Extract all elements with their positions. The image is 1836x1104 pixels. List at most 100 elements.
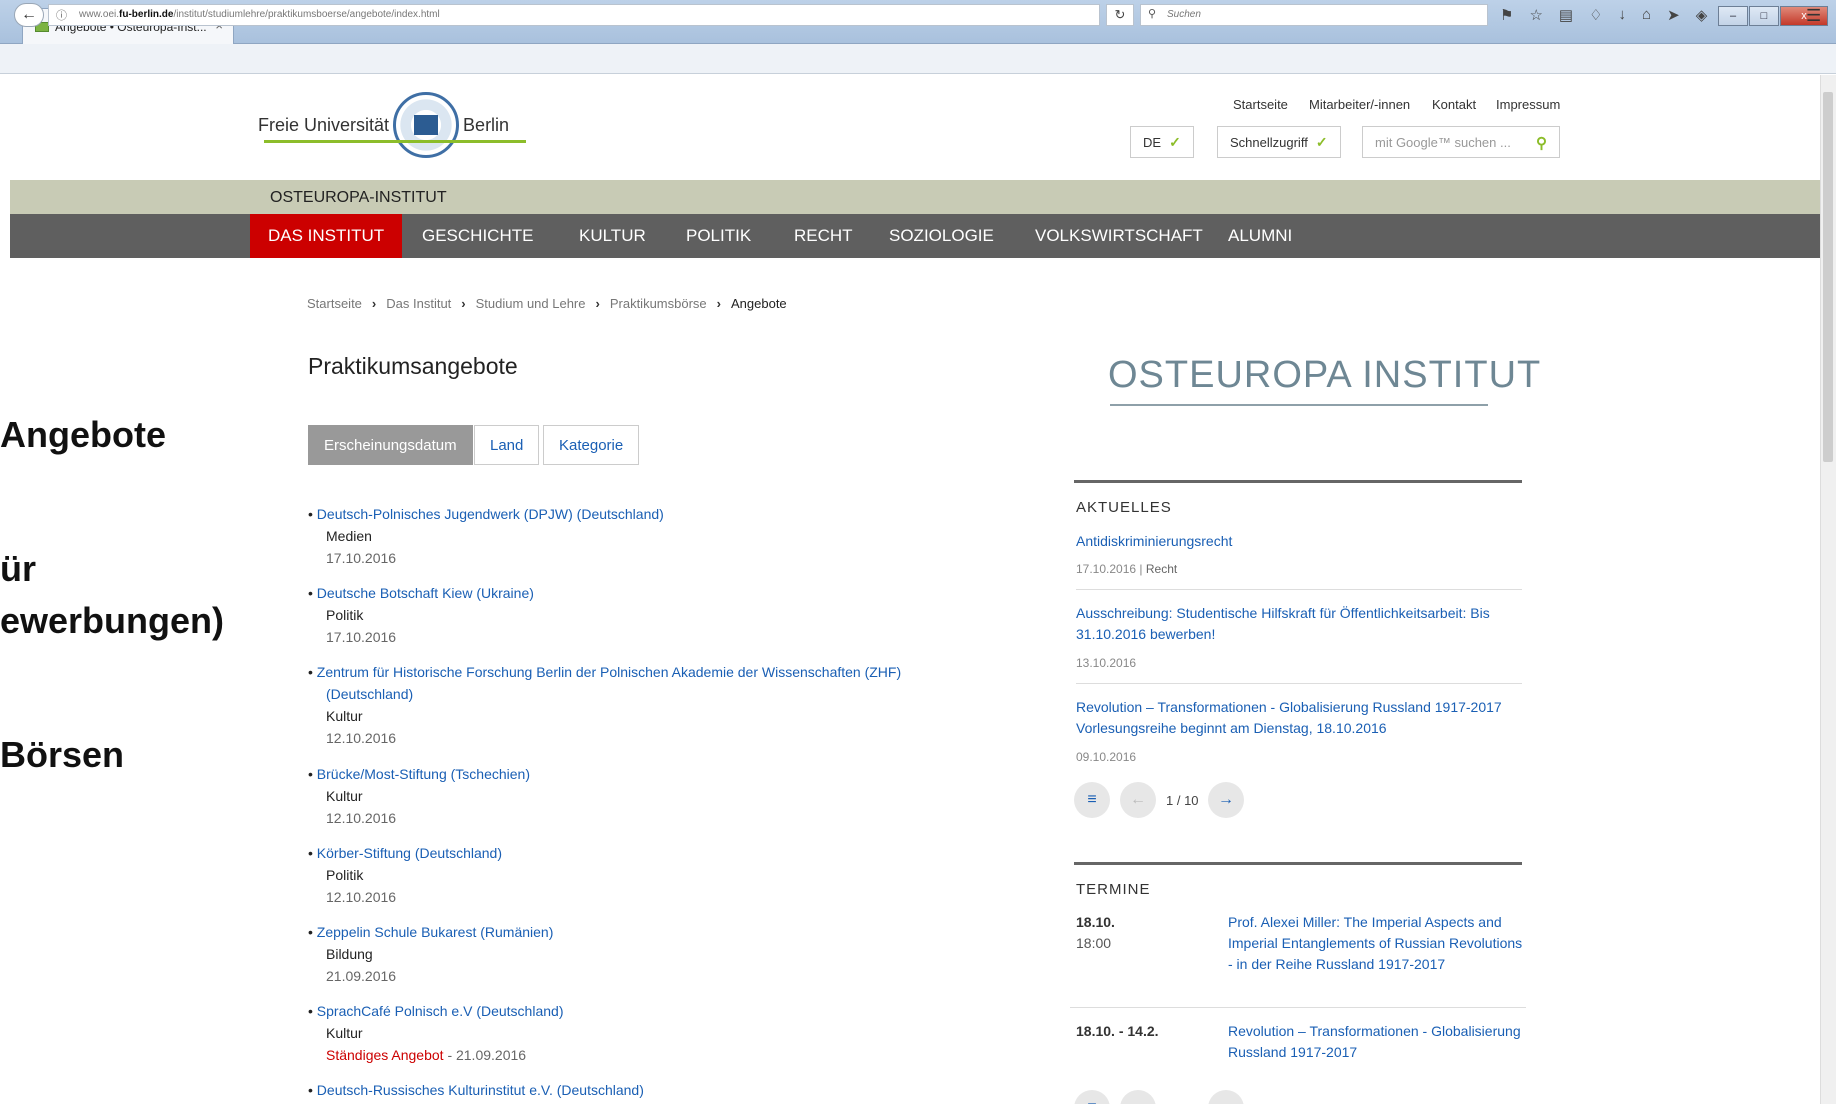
nav-das-institut[interactable]: DAS INSTITUT [250, 214, 403, 258]
flag-icon[interactable]: ⚑ [1500, 6, 1513, 24]
section-rule [1074, 480, 1522, 483]
logo-underline [264, 140, 526, 143]
offer-category: Kultur [326, 1025, 363, 1041]
chevron-right-icon: › [371, 296, 377, 311]
divider [1076, 683, 1522, 684]
offer-date-line: Ständiges Angebot - 21.09.2016 [308, 1044, 563, 1066]
chevron-down-icon: ✓ [1315, 133, 1328, 150]
maximize-button[interactable]: □ [1749, 6, 1779, 26]
list-item: Körber-Stiftung (Deutschland) Politik 12… [308, 842, 502, 908]
fu-logo[interactable]: Freie Universität Berlin [258, 92, 509, 158]
reading-list-icon[interactable]: ▤ [1559, 6, 1573, 24]
meta-link-impressum[interactable]: Impressum [1496, 97, 1560, 112]
browser-search-input[interactable]: Suchen [1140, 4, 1488, 26]
event-date: 18.10. - 14.2. [1076, 1023, 1159, 1039]
breadcrumb-praktikumsboerse[interactable]: Praktikumsbörse [610, 296, 707, 311]
download-icon[interactable]: ↓ [1619, 6, 1627, 24]
language-dropdown[interactable]: DE ✓ [1130, 126, 1194, 158]
news-link[interactable]: Antidiskriminierungsrecht [1076, 531, 1522, 552]
side-nav-bewerbungen[interactable]: ewerbungen) [0, 600, 224, 642]
nav-soziologie[interactable]: SOZIOLOGIE [871, 214, 1012, 258]
offer-link-cont[interactable]: (Deutschland) [308, 683, 901, 705]
offer-link[interactable]: Zentrum für Historische Forschung Berlin… [308, 661, 901, 683]
list-item: Zeppelin Schule Bukarest (Rumänien) Bild… [308, 921, 554, 987]
scrollbar-thumb[interactable] [1823, 92, 1833, 462]
meta-link-startseite[interactable]: Startseite [1233, 97, 1288, 112]
news-link[interactable]: Revolution – Transformationen - Globalis… [1076, 697, 1522, 739]
news-date: 17.10.2016 | [1076, 562, 1143, 576]
meta-link-kontakt[interactable]: Kontakt [1432, 97, 1476, 112]
nav-recht[interactable]: RECHT [776, 214, 871, 258]
list-item: Deutsch-Russisches Kulturinstitut e.V. (… [308, 1079, 644, 1101]
chevron-right-icon: › [595, 296, 600, 311]
nav-kultur[interactable]: KULTUR [561, 214, 664, 258]
next-arrow-icon[interactable]: → [1208, 782, 1244, 818]
filter-land[interactable]: Land [474, 425, 540, 465]
reload-icon[interactable]: ↻ [1106, 4, 1134, 26]
event-link[interactable]: Revolution – Transformationen - Globalis… [1228, 1021, 1524, 1063]
filter-kategorie[interactable]: Kategorie [543, 425, 640, 465]
news-category[interactable]: Recht [1146, 562, 1177, 576]
nav-volkswirtschaft[interactable]: VOLKSWIRTSCHAFT [1017, 214, 1221, 258]
language-label: DE [1143, 134, 1162, 150]
offer-date: 12.10.2016 [326, 889, 397, 905]
list-view-icon[interactable]: ≡ [1074, 782, 1110, 818]
side-nav-angebote[interactable]: Angebote [0, 414, 166, 456]
breadcrumb-startseite[interactable]: Startseite [307, 296, 362, 311]
url-prefix: www.oei. [79, 9, 120, 20]
side-nav-boersen[interactable]: Börsen [0, 734, 124, 776]
offer-standing: Ständiges Angebot [326, 1047, 444, 1063]
offer-link[interactable]: SprachCafé Polnisch e.V (Deutschland) [308, 1000, 564, 1022]
home-icon[interactable]: ⌂ [1642, 6, 1651, 24]
chevron-right-icon: › [461, 296, 466, 311]
breadcrumb-current: Angebote [731, 296, 787, 311]
list-item: Deutsch-Polnisches Jugendwerk (DPJW) (De… [308, 503, 664, 569]
breadcrumb-studium[interactable]: Studium und Lehre [476, 296, 586, 311]
nav-politik[interactable]: POLITIK [668, 214, 769, 258]
nav-alumni[interactable]: ALUMNI [1210, 214, 1310, 258]
divider [1070, 1007, 1526, 1008]
prev-arrow-icon[interactable]: ← [1120, 782, 1156, 818]
meta-link-mitarbeiter[interactable]: Mitarbeiter/-innen [1309, 97, 1410, 112]
news-link[interactable]: Ausschreibung: Studentische Hilfskraft f… [1076, 603, 1522, 645]
search-icon[interactable]: ⚲ [1536, 134, 1547, 152]
offer-link[interactable]: Brücke/Most-Stiftung (Tschechien) [308, 763, 530, 785]
breadcrumb-das-institut[interactable]: Das Institut [386, 296, 451, 311]
url-bar[interactable]: www.oei.fu-berlin.de/institut/studiumleh… [48, 4, 1100, 26]
main-navigation: DAS INSTITUT GESCHICHTE KULTUR POLITIK R… [10, 214, 1820, 258]
info-icon[interactable]: ⓘ [56, 7, 67, 23]
minimize-button[interactable]: – [1718, 6, 1748, 26]
offer-category: Kultur [326, 788, 363, 804]
news-date: 13.10.2016 [1076, 656, 1137, 670]
offer-link[interactable]: Deutsch-Russisches Kulturinstitut e.V. (… [308, 1079, 644, 1101]
nav-geschichte[interactable]: GESCHICHTE [404, 214, 551, 258]
list-item: SprachCafé Polnisch e.V (Deutschland) Ku… [308, 1000, 564, 1066]
url-domain: fu-berlin.de [119, 9, 174, 20]
back-button[interactable]: ← [14, 3, 44, 27]
bookmark-star-icon[interactable]: ☆ [1529, 6, 1542, 24]
quickaccess-dropdown[interactable]: Schnellzugriff ✓ [1217, 126, 1341, 158]
offer-link[interactable]: Körber-Stiftung (Deutschland) [308, 842, 502, 864]
offer-category: Politik [326, 607, 364, 623]
addon-icon[interactable]: ◈ [1696, 6, 1708, 24]
page-title: Praktikumsangebote [308, 353, 518, 379]
event-link[interactable]: Prof. Alexei Miller: The Imperial Aspect… [1228, 912, 1524, 975]
breadcrumb: Startseite › Das Institut › Studium und Le… [307, 296, 787, 311]
offer-link[interactable]: Zeppelin Schule Bukarest (Rumänien) [308, 921, 554, 943]
events-heading: TERMINE [1076, 881, 1151, 898]
offer-date: 12.10.2016 [326, 730, 397, 746]
offer-category: Politik [326, 867, 364, 883]
menu-icon[interactable]: ☰ [1806, 6, 1821, 26]
send-icon[interactable]: ➤ [1667, 6, 1680, 24]
offer-link[interactable]: Deutsch-Polnisches Jugendwerk (DPJW) (De… [308, 503, 664, 525]
institute-name[interactable]: OSTEUROPA-INSTITUT [270, 189, 447, 207]
filter-erscheinungsdatum[interactable]: Erscheinungsdatum [308, 425, 473, 465]
offer-link[interactable]: Deutsche Botschaft Kiew (Ukraine) [308, 582, 534, 604]
divider [1076, 589, 1522, 590]
google-search-input[interactable]: mit Google™ suchen ... ⚲ [1362, 126, 1560, 158]
news-heading: AKTUELLES [1076, 499, 1172, 516]
pocket-icon[interactable]: ♢ [1589, 6, 1602, 24]
browser-toolbar-icons: ⚑ ☆ ▤ ♢ ↓ ⌂ ➤ ◈ [1500, 6, 1707, 24]
osteuropa-institut-logo: OSTEUROPA INSTITUT [1108, 354, 1542, 396]
side-nav-fuer[interactable]: ür [0, 548, 36, 590]
